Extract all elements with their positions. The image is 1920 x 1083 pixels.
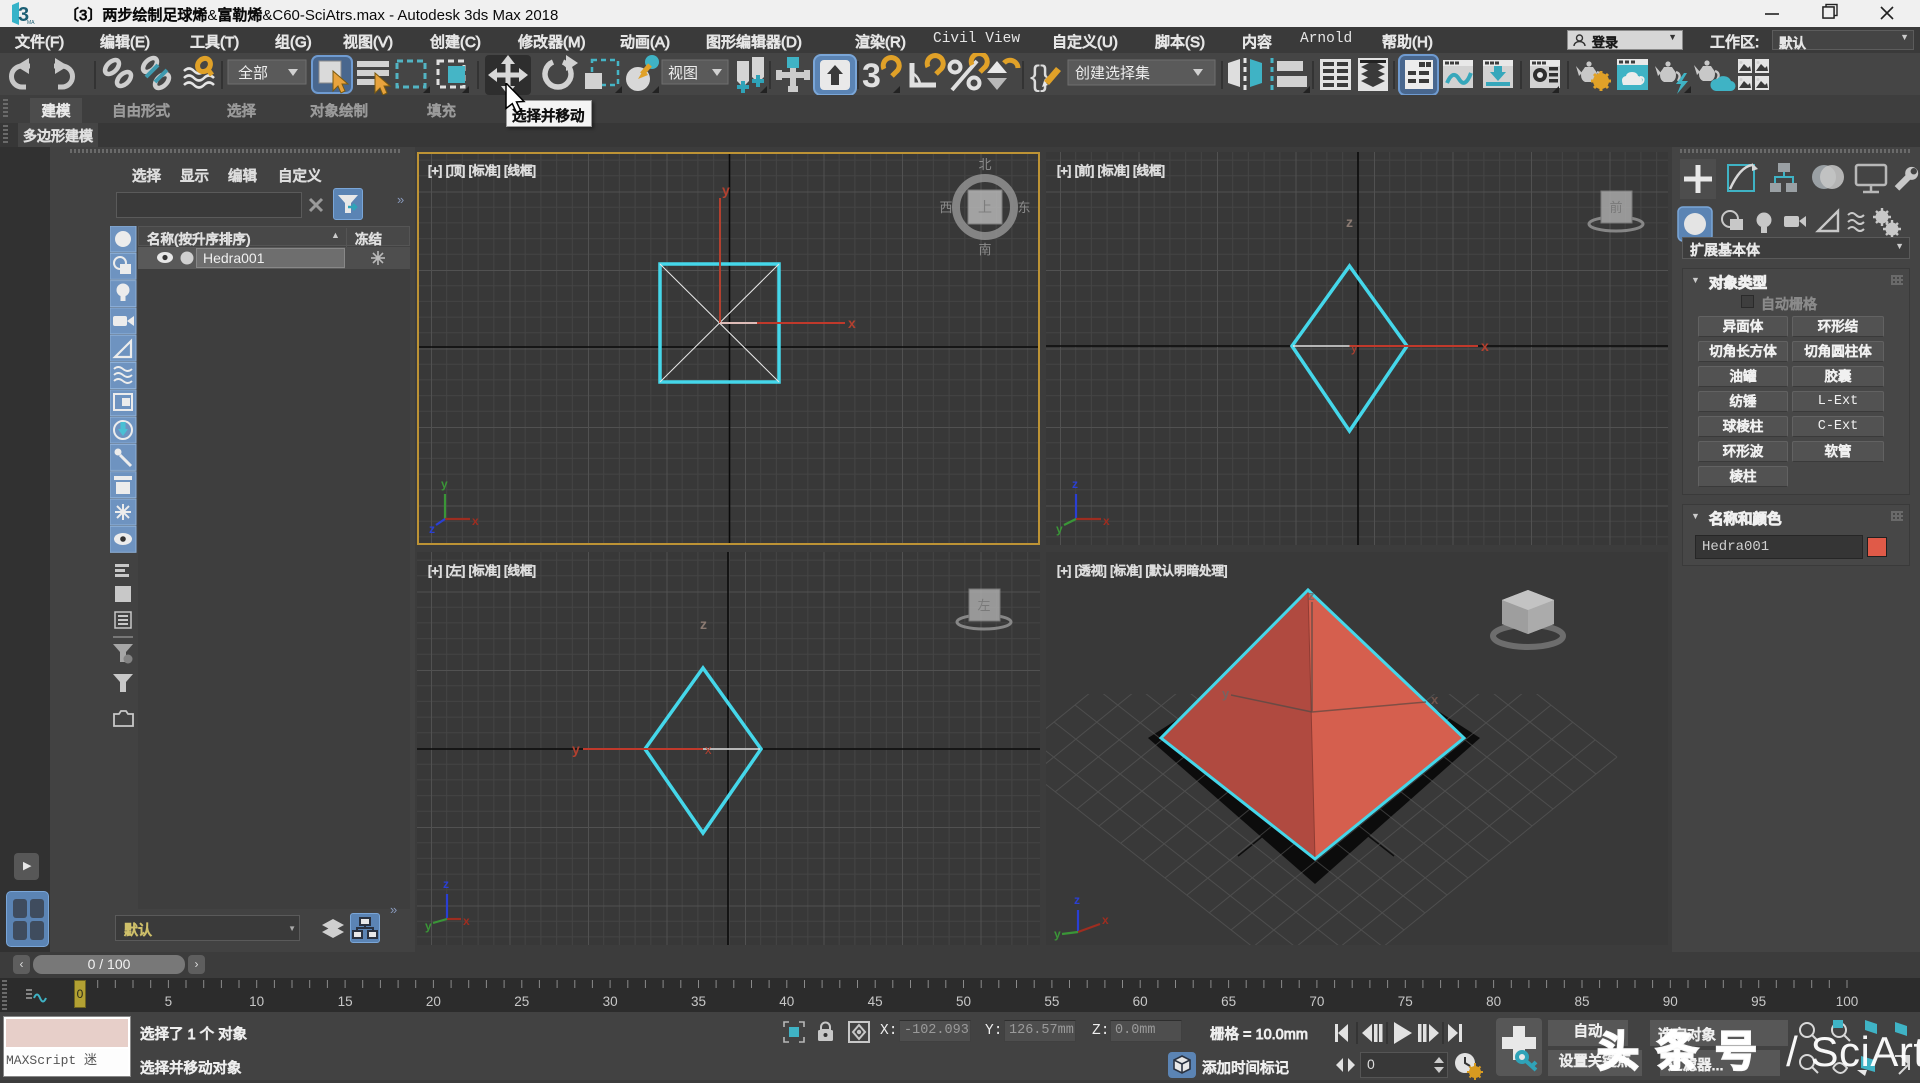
svg-text:y: y	[1222, 686, 1230, 701]
svg-text:75: 75	[1398, 994, 1413, 1009]
svg-text:10: 10	[249, 994, 264, 1009]
svg-text:x: x	[1481, 338, 1489, 354]
svg-text:全部: 全部	[238, 64, 268, 82]
svg-text:80: 80	[1486, 994, 1501, 1009]
svg-text:60: 60	[1133, 994, 1148, 1009]
svg-text:100: 100	[1836, 994, 1859, 1009]
svg-text:85: 85	[1574, 994, 1589, 1009]
svg-text:y: y	[425, 919, 432, 933]
svg-text:x: x	[1103, 514, 1110, 528]
svg-text:z: z	[1072, 477, 1078, 491]
svg-text:30: 30	[603, 994, 618, 1009]
svg-text:x: x	[1102, 913, 1109, 927]
svg-text:y: y	[572, 741, 580, 757]
svg-text:x: x	[1431, 692, 1439, 707]
svg-text:{}: {}	[1030, 60, 1050, 93]
svg-text:70: 70	[1309, 994, 1324, 1009]
svg-text:前: 前	[1609, 200, 1622, 215]
svg-text:95: 95	[1751, 994, 1766, 1009]
svg-text:3: 3	[862, 57, 881, 95]
svg-text:25: 25	[514, 994, 529, 1009]
svg-text:40: 40	[779, 994, 794, 1009]
svg-text:5: 5	[165, 994, 173, 1009]
svg-text:x: x	[705, 742, 712, 757]
svg-text:视图: 视图	[668, 65, 698, 82]
svg-text:50: 50	[956, 994, 971, 1009]
svg-text:创建选择集: 创建选择集	[1075, 65, 1150, 82]
svg-text:15: 15	[338, 994, 353, 1009]
svg-text:z: z	[1074, 893, 1080, 907]
svg-text:20: 20	[426, 994, 441, 1009]
svg-text:z: z	[1308, 588, 1315, 603]
svg-text:y: y	[1351, 340, 1358, 355]
svg-text:65: 65	[1221, 994, 1236, 1009]
svg-text:z: z	[443, 877, 449, 891]
svg-text:y: y	[1056, 522, 1063, 536]
svg-text:左: 左	[977, 598, 990, 613]
svg-text:y: y	[1054, 927, 1061, 941]
svg-text:45: 45	[868, 994, 883, 1009]
svg-text:z: z	[700, 616, 707, 632]
svg-text:z: z	[1346, 214, 1353, 230]
svg-text:x: x	[463, 914, 470, 928]
svg-text:MAX: MAX	[27, 20, 35, 26]
svg-text:55: 55	[1044, 994, 1059, 1009]
svg-text:90: 90	[1663, 994, 1678, 1009]
svg-text:35: 35	[691, 994, 706, 1009]
